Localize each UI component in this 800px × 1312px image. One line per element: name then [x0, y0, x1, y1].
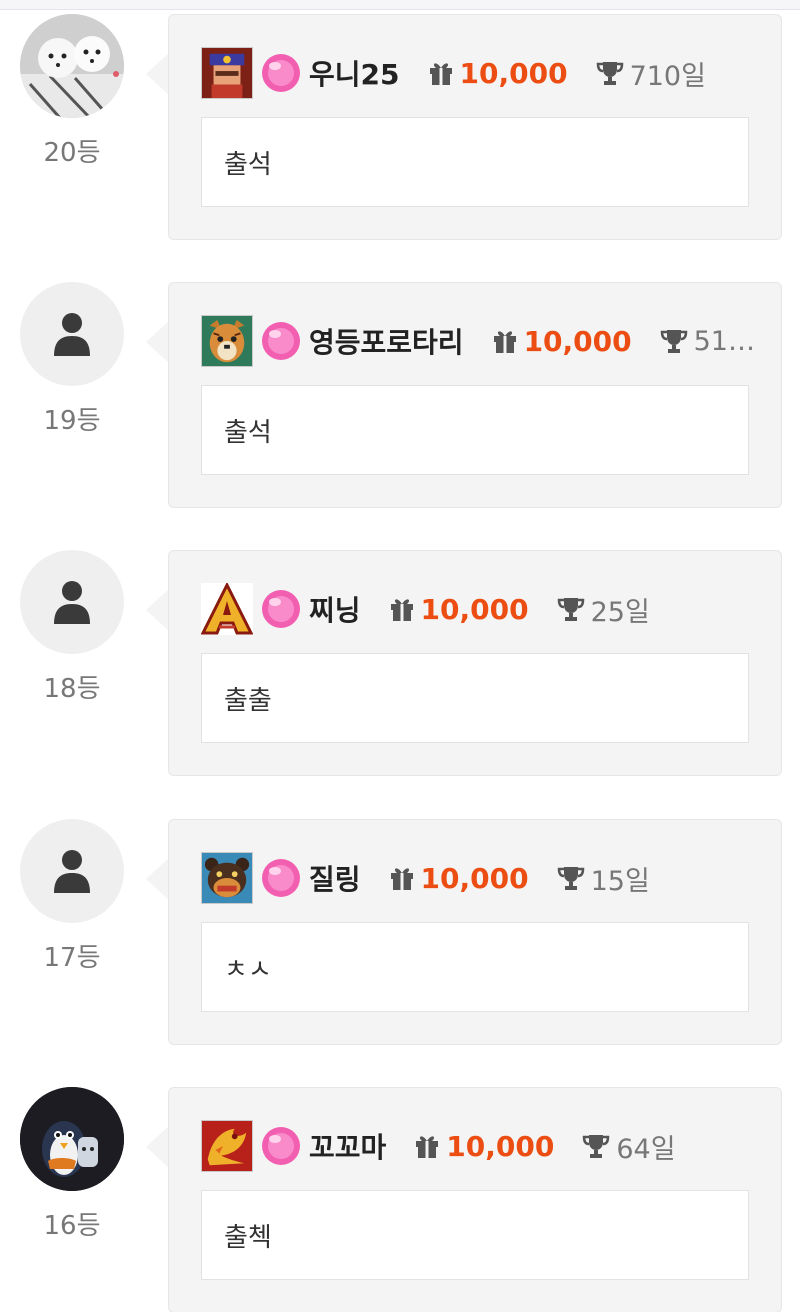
attendance-entry: 18등 찌닝 10,000 25일 출출 — [0, 550, 800, 776]
letter-a-badge-icon — [201, 583, 253, 635]
user-info: 우니25 10,000 710일 — [201, 47, 706, 99]
user-info: 영등포로타리 10,000 51… — [201, 315, 755, 367]
streak-days: 25일 — [590, 596, 650, 628]
gift-icon — [416, 1136, 439, 1158]
comment-card: 질링 10,000 15일 ㅊㅅ — [168, 819, 782, 1045]
pink-gem-icon — [262, 859, 300, 897]
default-user-icon — [54, 850, 90, 893]
attendance-entry: 16등 꼬꼬마 10,000 64일 출첵 — [0, 1087, 800, 1312]
trophy-icon — [583, 1135, 610, 1158]
streak-days: 64일 — [616, 1133, 676, 1165]
penguin-photo-icon — [20, 1087, 124, 1191]
tiger-badge-icon — [201, 315, 253, 367]
pink-gem-icon — [262, 54, 300, 92]
rank-column: 16등 — [20, 1087, 126, 1242]
points-value: 10,000 — [459, 56, 568, 90]
trophy-icon — [660, 330, 687, 353]
card-pointer — [146, 52, 170, 96]
comment-card: 꼬꼬마 10,000 64일 출첵 — [168, 1087, 782, 1312]
dogs-photo-icon — [20, 14, 124, 118]
card-pointer — [146, 857, 170, 901]
trophy-icon — [557, 867, 584, 890]
attendance-entry: 19등 영등포로타리 10,000 51… 출석 — [0, 282, 800, 508]
rank-label: 18등 — [43, 674, 101, 704]
nickname[interactable]: 영등포로타리 — [309, 321, 464, 361]
user-info: 질링 10,000 15일 — [201, 852, 650, 904]
avatar[interactable] — [20, 1087, 124, 1191]
rank-column: 20등 — [20, 14, 126, 169]
user-info: 꼬꼬마 10,000 64일 — [201, 1120, 676, 1172]
comment-text: 출석 — [201, 117, 749, 207]
points-value: 10,000 — [420, 861, 529, 895]
soldier-badge-icon — [201, 47, 253, 99]
comment-text: ㅊㅅ — [201, 922, 749, 1012]
comment-text: 출첵 — [201, 1190, 749, 1280]
dragon-badge-icon — [201, 1120, 253, 1172]
top-bar — [0, 0, 800, 10]
comment-text: 출출 — [201, 653, 749, 743]
streak-days: 15일 — [590, 865, 650, 897]
nickname[interactable]: 꼬꼬마 — [309, 1126, 386, 1166]
avatar[interactable] — [20, 550, 124, 654]
default-user-icon — [54, 581, 90, 624]
points-value: 10,000 — [523, 324, 632, 358]
rank-column: 19등 — [20, 282, 126, 437]
avatar[interactable] — [20, 14, 124, 118]
gift-icon — [390, 599, 413, 621]
gift-icon — [429, 63, 452, 85]
trophy-icon — [596, 62, 623, 85]
points-value: 10,000 — [446, 1129, 555, 1163]
trophy-icon — [557, 598, 584, 621]
avatar[interactable] — [20, 819, 124, 923]
comment-card: 찌닝 10,000 25일 출출 — [168, 550, 782, 776]
avatar[interactable] — [20, 282, 124, 386]
rank-column: 18등 — [20, 550, 126, 705]
comment-card: 영등포로타리 10,000 51… 출석 — [168, 282, 782, 508]
nickname[interactable]: 질링 — [309, 858, 361, 898]
default-user-icon — [54, 313, 90, 356]
pink-gem-icon — [262, 590, 300, 628]
rank-label: 17등 — [43, 943, 101, 973]
streak-days: 710일 — [629, 60, 706, 92]
streak-days: 51… — [693, 325, 755, 357]
user-info: 찌닝 10,000 25일 — [201, 583, 650, 635]
bear-badge-icon — [201, 852, 253, 904]
rank-label: 16등 — [43, 1211, 101, 1241]
rank-column: 17등 — [20, 819, 126, 974]
pink-gem-icon — [262, 1127, 300, 1165]
attendance-entry: 17등 질링 10,000 15일 ㅊㅅ — [0, 819, 800, 1045]
nickname[interactable]: 우니25 — [309, 53, 400, 93]
attendance-entry: 20등 우니25 10,000 710일 출석 — [0, 14, 800, 240]
gift-icon — [390, 868, 413, 890]
rank-label: 19등 — [43, 406, 101, 436]
comment-card: 우니25 10,000 710일 출석 — [168, 14, 782, 240]
card-pointer — [146, 1125, 170, 1169]
card-pointer — [146, 588, 170, 632]
rank-label: 20등 — [43, 138, 101, 168]
card-pointer — [146, 320, 170, 364]
nickname[interactable]: 찌닝 — [309, 589, 361, 629]
pink-gem-icon — [262, 322, 300, 360]
gift-icon — [493, 331, 516, 353]
comment-text: 출석 — [201, 385, 749, 475]
points-value: 10,000 — [420, 592, 529, 626]
